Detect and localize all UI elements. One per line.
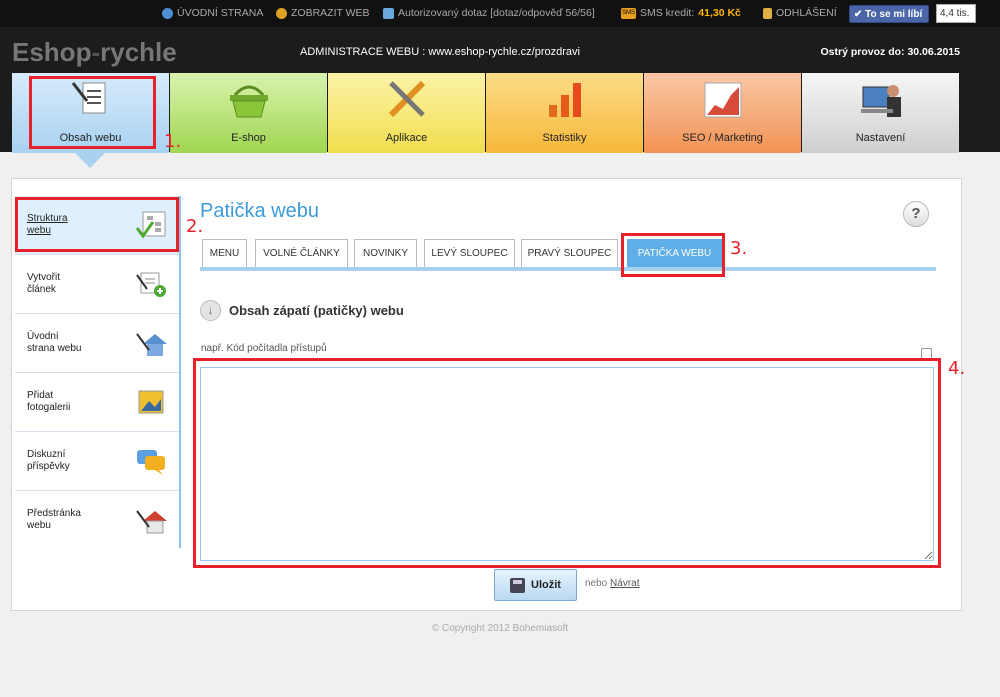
tab-menu[interactable]: MENU (202, 239, 247, 267)
textarea-hint: např. Kód počítadla přístupů (201, 343, 327, 354)
annotation-number-4: 4. (948, 358, 966, 379)
annotation-box-2 (15, 197, 179, 252)
tab-e-shop[interactable]: E-shop (170, 73, 327, 153)
sms-icon: SMS (621, 7, 636, 19)
sidebar-item-vytvorit-clanek[interactable]: Vytvořit článek (15, 255, 179, 314)
admin-title: ADMINISTRACE WEBU : www.eshop-rychle.cz/… (300, 46, 580, 58)
sidebar-item-pridat-fotogalerii[interactable]: Přidat fotogalerii (15, 373, 179, 432)
like-count: 4,4 tis. (936, 4, 976, 23)
section-header: ↓ Obsah zápatí (patičky) webu (200, 300, 404, 321)
nebo-text: nebo Návrat (585, 578, 640, 589)
user-computer-icon (860, 85, 901, 117)
annotation-box-3 (621, 233, 725, 277)
sun-icon (276, 7, 287, 19)
lock-icon (763, 7, 772, 19)
tab-aplikace[interactable]: Aplikace (328, 73, 485, 153)
like-button[interactable]: ✔ To se mi líbí (849, 5, 929, 23)
tab-volne-clanky[interactable]: VOLNÉ ČLÁNKY (255, 239, 348, 267)
arrow-down-icon[interactable]: ↓ (200, 300, 221, 321)
zobrazit-web-link[interactable]: ZOBRAZIT WEB (276, 7, 370, 19)
check-icon: ✔ (854, 9, 863, 20)
top-bar: ÚVODNÍ STRANA ZOBRAZIT WEB Autorizovaný … (0, 0, 1000, 27)
sms-credit: SMS SMS kredit: 41,30 Kč (621, 7, 741, 19)
floppy-disk-icon (510, 577, 526, 593)
photo-gallery-icon (138, 390, 164, 414)
home-edit-icon (136, 333, 167, 356)
annotation-box-4 (193, 358, 941, 568)
speech-bubbles-icon (137, 450, 165, 475)
autorizovany-dotaz-link[interactable]: Autorizovaný dotaz [dotaz/odpověď 56/56] (383, 7, 595, 19)
sidebar-item-uvodni-strana[interactable]: Úvodní strana webu (15, 314, 179, 373)
tools-icon (388, 80, 425, 118)
bar-chart-icon (548, 83, 581, 117)
page-title: Patička webu (200, 200, 319, 222)
navrat-link[interactable]: Návrat (610, 578, 639, 589)
home-icon (136, 510, 167, 534)
tab-pravy-sloupec[interactable]: PRAVÝ SLOUPEC (521, 239, 618, 267)
tab-nastaveni[interactable]: Nastavení (802, 73, 959, 153)
annotation-number-1: 1. (164, 131, 182, 152)
sms-credit-value: 41,30 Kč (698, 7, 741, 19)
subtab-bar: MENU VOLNÉ ČLÁNKY NOVINKY LEVÝ SLOUPEC P… (200, 238, 936, 271)
odhlaseni-link[interactable]: ODHLÁŠENÍ (763, 7, 837, 19)
sidebar-item-diskuzni-prispevky[interactable]: Diskuzní příspěvky (15, 432, 179, 491)
tab-seo-marketing[interactable]: SEO / Marketing (644, 73, 801, 153)
copyright: © Copyright 2012 Bohemiasoft (431, 623, 569, 634)
tab-novinky[interactable]: NOVINKY (354, 239, 417, 267)
info-icon (162, 7, 173, 19)
save-button[interactable]: Uložit (494, 569, 577, 601)
logo[interactable]: Eshop-rychle (12, 37, 177, 68)
tab-levy-sloupec[interactable]: LEVÝ SLOUPEC (424, 239, 515, 267)
active-tab-pointer (74, 152, 106, 168)
tab-statistiky[interactable]: Statistiky (486, 73, 643, 153)
basket-icon (229, 85, 268, 118)
growth-chart-icon (704, 82, 741, 118)
uvodni-strana-link[interactable]: ÚVODNÍ STRANA (162, 7, 263, 19)
annotation-box-1 (29, 76, 156, 149)
sidebar-item-predstranka-webu[interactable]: Předstránka webu (15, 491, 179, 550)
add-article-icon (136, 272, 166, 297)
chat-icon (383, 7, 394, 19)
annotation-number-3: 3. (730, 238, 748, 259)
section-title: Obsah zápatí (patičky) webu (229, 303, 404, 318)
ostry-provoz: Ostrý provoz do: 30.06.2015 (820, 46, 960, 58)
help-icon[interactable]: ? (903, 201, 929, 227)
